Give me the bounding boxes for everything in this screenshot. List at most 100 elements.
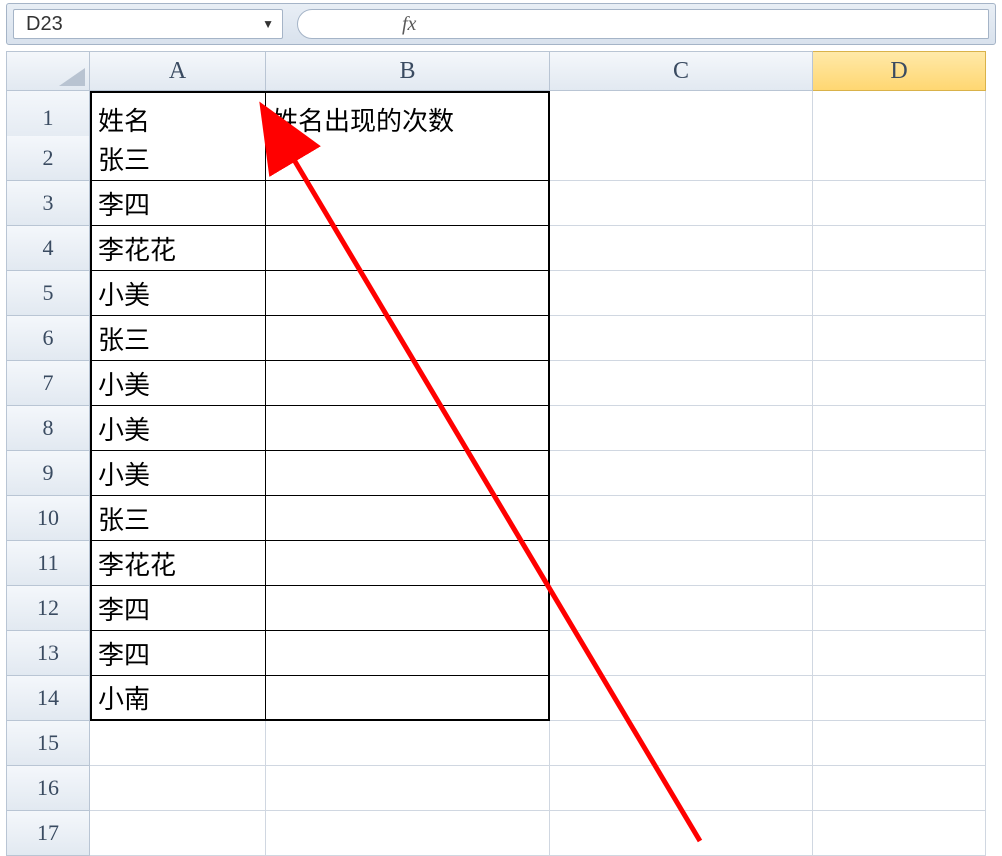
name-box[interactable]: D23 ▼: [13, 9, 283, 39]
cell-C15[interactable]: [550, 721, 813, 766]
select-all-corner[interactable]: [6, 51, 90, 91]
cell-C8[interactable]: [550, 406, 813, 451]
fx-icon[interactable]: fx: [312, 13, 426, 36]
cell-B14[interactable]: [266, 676, 550, 721]
cell-C3[interactable]: [550, 181, 813, 226]
cell-A4[interactable]: 李花花: [90, 226, 266, 271]
cell-A11[interactable]: 李花花: [90, 541, 266, 586]
row-header-17[interactable]: 17: [6, 811, 90, 856]
row-header-7[interactable]: 7: [6, 361, 90, 406]
row-header-10[interactable]: 10: [6, 496, 90, 541]
cell-C14[interactable]: [550, 676, 813, 721]
row-header-13[interactable]: 13: [6, 631, 90, 676]
col-header-C[interactable]: C: [550, 51, 813, 91]
row-header-6[interactable]: 6: [6, 316, 90, 361]
row-header-9[interactable]: 9: [6, 451, 90, 496]
cell-C9[interactable]: [550, 451, 813, 496]
cell-D4[interactable]: [813, 226, 986, 271]
cell-A12[interactable]: 李四: [90, 586, 266, 631]
row-header-3[interactable]: 3: [6, 181, 90, 226]
cell-D7[interactable]: [813, 361, 986, 406]
formula-input-wrap: fx: [297, 9, 989, 39]
cell-A10[interactable]: 张三: [90, 496, 266, 541]
cell-D15[interactable]: [813, 721, 986, 766]
cell-A5[interactable]: 小美: [90, 271, 266, 316]
cell-D16[interactable]: [813, 766, 986, 811]
cell-B17[interactable]: [266, 811, 550, 856]
row-16: 16: [6, 766, 1002, 811]
cell-A8[interactable]: 小美: [90, 406, 266, 451]
col-header-A[interactable]: A: [90, 51, 266, 91]
cell-D11[interactable]: [813, 541, 986, 586]
col-header-B[interactable]: B: [266, 51, 550, 91]
cell-A2[interactable]: 张三: [90, 136, 266, 181]
row-3: 3李四: [6, 181, 1002, 226]
cell-B10[interactable]: [266, 496, 550, 541]
row-header-14[interactable]: 14: [6, 676, 90, 721]
cell-B7[interactable]: [266, 361, 550, 406]
row-header-12[interactable]: 12: [6, 586, 90, 631]
cell-D5[interactable]: [813, 271, 986, 316]
cell-C5[interactable]: [550, 271, 813, 316]
cell-B4[interactable]: [266, 226, 550, 271]
cell-A9[interactable]: 小美: [90, 451, 266, 496]
cell-B2[interactable]: [266, 136, 550, 181]
cell-A15[interactable]: [90, 721, 266, 766]
row-12: 12李四: [6, 586, 1002, 631]
cell-D6[interactable]: [813, 316, 986, 361]
row-header-8[interactable]: 8: [6, 406, 90, 451]
col-header-D[interactable]: D: [813, 51, 986, 91]
formula-input[interactable]: [426, 10, 988, 38]
cell-C6[interactable]: [550, 316, 813, 361]
cell-B13[interactable]: [266, 631, 550, 676]
cell-C13[interactable]: [550, 631, 813, 676]
cell-D2[interactable]: [813, 136, 986, 181]
cell-B9[interactable]: [266, 451, 550, 496]
row-7: 7小美: [6, 361, 1002, 406]
cell-B6[interactable]: [266, 316, 550, 361]
cell-D10[interactable]: [813, 496, 986, 541]
spreadsheet-grid: A B C D 1姓名姓名出现的次数2张三3李四4李花花5小美6张三7小美8小美…: [6, 51, 1002, 856]
cell-D9[interactable]: [813, 451, 986, 496]
row-8: 8小美: [6, 406, 1002, 451]
row-header-16[interactable]: 16: [6, 766, 90, 811]
cell-A16[interactable]: [90, 766, 266, 811]
cell-C10[interactable]: [550, 496, 813, 541]
cell-A14[interactable]: 小南: [90, 676, 266, 721]
row-10: 10张三: [6, 496, 1002, 541]
cell-A17[interactable]: [90, 811, 266, 856]
cell-B12[interactable]: [266, 586, 550, 631]
row-header-4[interactable]: 4: [6, 226, 90, 271]
cell-D13[interactable]: [813, 631, 986, 676]
cell-B16[interactable]: [266, 766, 550, 811]
cell-A6[interactable]: 张三: [90, 316, 266, 361]
cell-B11[interactable]: [266, 541, 550, 586]
cell-B5[interactable]: [266, 271, 550, 316]
cell-A7[interactable]: 小美: [90, 361, 266, 406]
name-box-dropdown-icon[interactable]: ▼: [262, 17, 274, 31]
row-9: 9小美: [6, 451, 1002, 496]
cell-C11[interactable]: [550, 541, 813, 586]
row-header-5[interactable]: 5: [6, 271, 90, 316]
name-box-value: D23: [26, 13, 63, 36]
cell-B15[interactable]: [266, 721, 550, 766]
row-header-2[interactable]: 2: [6, 136, 90, 181]
cell-D12[interactable]: [813, 586, 986, 631]
cell-C12[interactable]: [550, 586, 813, 631]
cell-C17[interactable]: [550, 811, 813, 856]
cell-D14[interactable]: [813, 676, 986, 721]
cell-C4[interactable]: [550, 226, 813, 271]
cell-C7[interactable]: [550, 361, 813, 406]
row-11: 11李花花: [6, 541, 1002, 586]
row-header-15[interactable]: 15: [6, 721, 90, 766]
row-header-11[interactable]: 11: [6, 541, 90, 586]
cell-D8[interactable]: [813, 406, 986, 451]
cell-A13[interactable]: 李四: [90, 631, 266, 676]
cell-A3[interactable]: 李四: [90, 181, 266, 226]
cell-B8[interactable]: [266, 406, 550, 451]
cell-C2[interactable]: [550, 136, 813, 181]
cell-D3[interactable]: [813, 181, 986, 226]
cell-C16[interactable]: [550, 766, 813, 811]
cell-B3[interactable]: [266, 181, 550, 226]
cell-D17[interactable]: [813, 811, 986, 856]
